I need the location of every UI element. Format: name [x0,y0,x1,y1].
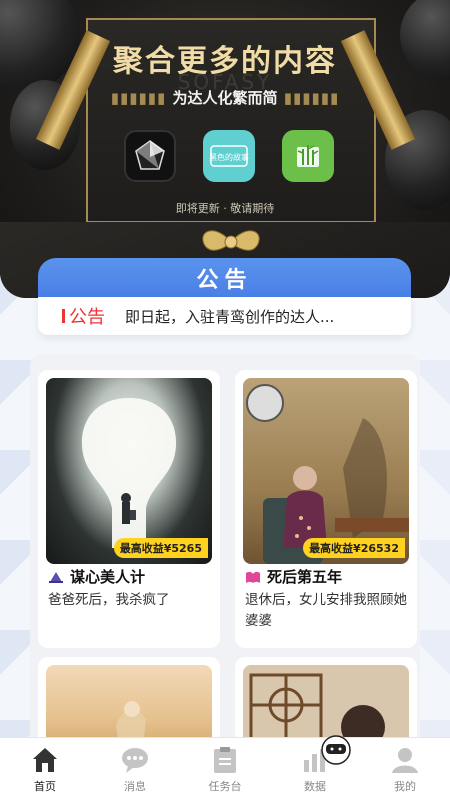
content-card[interactable]: 最高收益¥5265 谋心美人计 爸爸死后，我杀疯了 [38,370,220,648]
gold-bow-icon [202,230,260,251]
tab-label: 数据 [304,780,326,793]
svg-text:黑色的故事: 黑色的故事 [209,152,249,162]
card-title: 谋心美人计 [48,566,145,587]
earnings-badge: 最高收益¥26532 [303,538,405,558]
home-icon [33,748,57,772]
hero-banner[interactable]: 聚合更多的内容 SOFASY ▮▮▮▮▮▮ 为达人化繁而简 ▮▮▮▮▮▮ 黑色的… [0,0,450,298]
tab-messages[interactable]: 消息 [90,738,180,800]
card-cover-image [46,665,212,747]
hero-subtitle: ▮▮▮▮▮▮ 为达人化繁而简 ▮▮▮▮▮▮ [110,89,340,107]
card-title: 死后第五年 [245,566,342,587]
notice-label: 公告 [69,307,105,328]
prism-app-icon[interactable] [124,130,176,182]
site-watermark-logo [321,735,351,765]
tab-label: 我的 [394,780,416,793]
notice-header: 公告 [38,258,411,298]
notice-bar[interactable]: 公告 即日起，入驻青鸾创作的达人... [38,297,411,335]
tab-label: 任务台 [208,780,242,793]
tab-label: 首页 [34,780,56,793]
content-card[interactable] [38,657,220,747]
card-description: 爸爸死后，我杀疯了 [48,592,170,608]
notice-marker [62,309,65,323]
card-cover-image: 最高收益¥26532 [243,378,409,564]
message-icon [122,748,148,773]
app-icons-row: 黑色的故事 [124,130,334,182]
tab-home[interactable]: 首页 [0,738,90,800]
notice-text: 即日起，入驻青鸾创作的达人... [125,307,335,326]
earnings-badge: 最高收益¥5265 [113,538,208,558]
tab-tasks[interactable]: 任务台 [180,738,270,800]
magic-hat-icon [49,571,63,583]
bamboo-app-icon[interactable] [282,130,334,182]
book-icon [246,571,260,583]
card-cover-image: 最高收益¥5265 [46,378,212,564]
content-card[interactable]: 最高收益¥26532 死后第五年 退休后，女儿安排我照顾她婆婆 [235,370,417,648]
clipboard-icon [214,747,236,773]
card-description: 退休后，女儿安排我照顾她婆婆 [245,592,407,629]
coming-soon-text: 即将更新 · 敬请期待 [175,202,275,215]
story-app-icon[interactable]: 黑色的故事 [203,130,255,182]
tab-label: 消息 [124,780,146,793]
